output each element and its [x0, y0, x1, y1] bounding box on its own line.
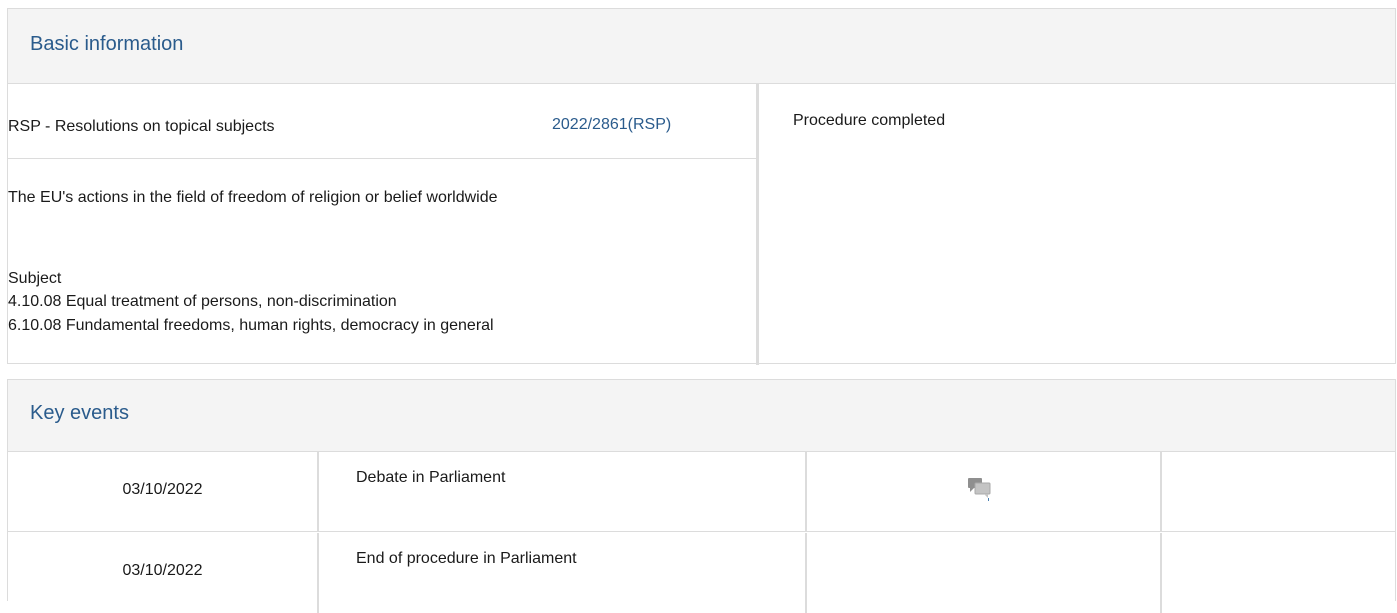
procedure-reference-link[interactable]: 2022/2861(RSP) [552, 115, 671, 135]
basic-information-header: Basic information [8, 9, 1395, 84]
event-description-cell: Debate in Parliament [321, 452, 807, 531]
event-date: 03/10/2022 [122, 481, 203, 498]
procedure-type-row: RSP - Resolutions on topical subjects 20… [8, 84, 756, 159]
procedure-status-cell: Procedure completed [759, 84, 1395, 365]
key-events-title: Key events [30, 402, 129, 424]
event-description: End of procedure in Parliament [356, 550, 577, 567]
subject-label: Subject [8, 270, 62, 287]
procedure-title: The EU's actions in the field of freedom… [8, 189, 498, 206]
subject-item: 4.10.08 Equal treatment of persons, non-… [8, 293, 397, 310]
debate-icon[interactable] [967, 477, 993, 506]
event-date-cell: 03/10/2022 [8, 533, 319, 613]
procedure-status: Procedure completed [793, 112, 946, 129]
event-description-cell: End of procedure in Parliament [321, 533, 807, 613]
event-date-cell: 03/10/2022 [8, 452, 319, 531]
event-row: 03/10/2022 Debate in Parliament [8, 452, 1395, 532]
procedure-type: RSP - Resolutions on topical subjects [8, 118, 275, 135]
basic-information-panel: Basic information RSP - Resolutions on t… [7, 8, 1396, 365]
key-events-panel: Key events 03/10/2022 Debate in Parliame… [7, 379, 1396, 613]
procedure-details: The EU's actions in the field of freedom… [8, 159, 756, 364]
basic-information-title: Basic information [30, 33, 184, 55]
event-extra-cell [1164, 533, 1395, 613]
event-icon-cell [809, 452, 1162, 531]
event-date: 03/10/2022 [122, 562, 203, 579]
key-events-header: Key events [8, 380, 1395, 452]
event-icon-cell [809, 533, 1162, 613]
event-extra-cell [1164, 452, 1395, 531]
event-row: 03/10/2022 End of procedure in Parliamen… [8, 533, 1395, 613]
subject-item: 6.10.08 Fundamental freedoms, human righ… [8, 317, 494, 334]
event-description: Debate in Parliament [356, 469, 506, 486]
